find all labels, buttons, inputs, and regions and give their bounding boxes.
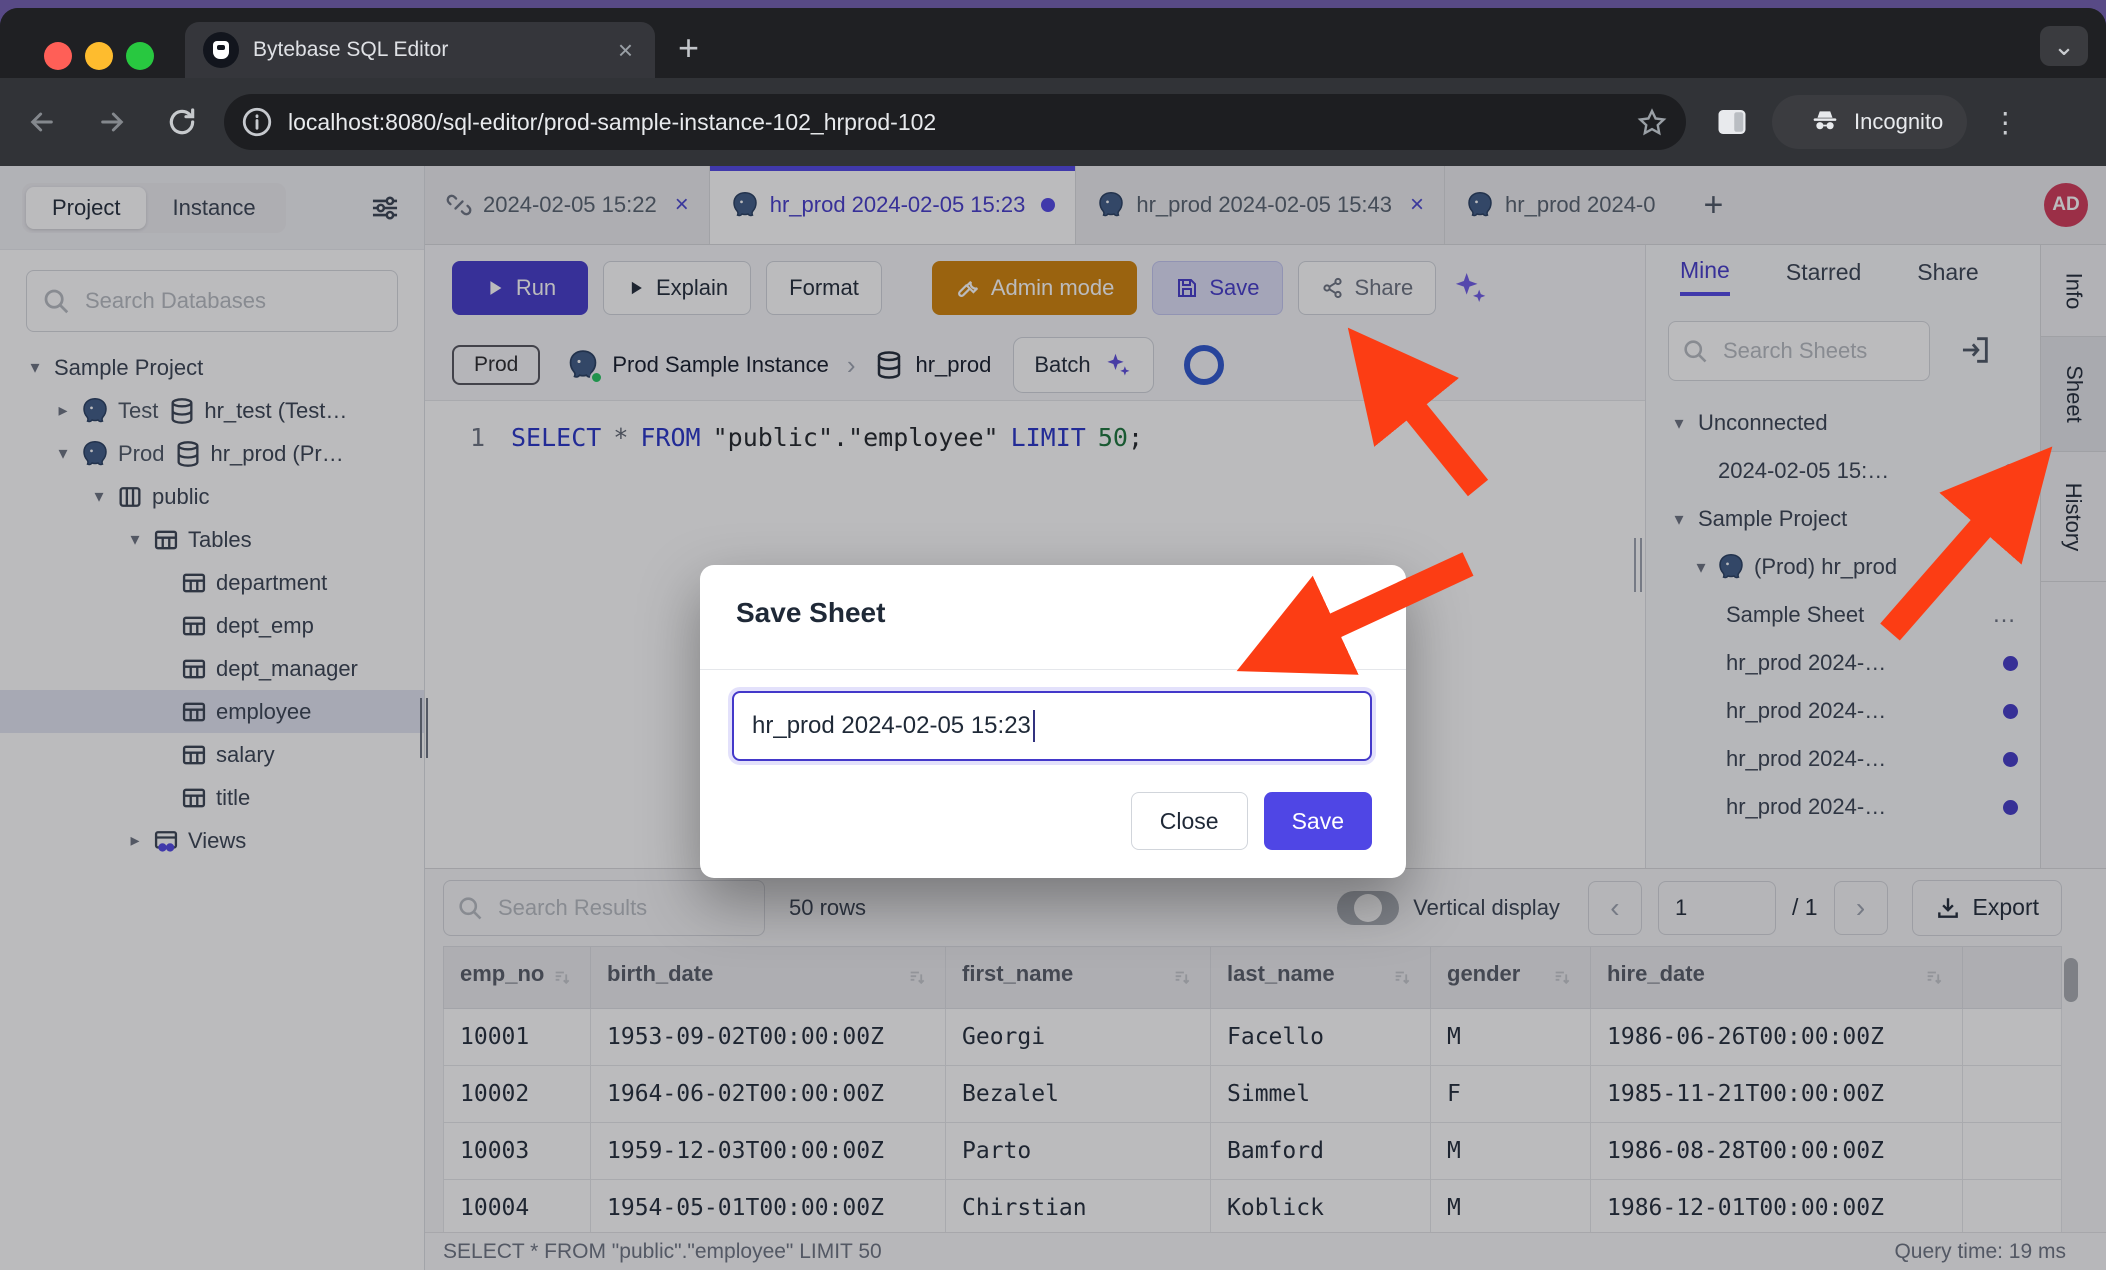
incognito-icon [1808, 105, 1842, 139]
sheet-name-input[interactable]: hr_prod 2024-02-05 15:23 [732, 691, 1372, 761]
save-sheet-dialog: Save Sheet × hr_prod 2024-02-05 15:23 Cl… [700, 565, 1406, 878]
browser-tab[interactable]: Bytebase SQL Editor × [185, 22, 655, 78]
bytebase-app: Project Instance ▾ Sample Project [0, 166, 2106, 1270]
screen: Bytebase SQL Editor × + ⌄ localhost:8080… [0, 0, 2106, 1270]
incognito-badge: Incognito [1772, 95, 1967, 149]
browser-tab-title: Bytebase SQL Editor [253, 38, 614, 62]
reload-icon[interactable] [166, 106, 198, 138]
browser-menu-icon[interactable]: ⋮ [1991, 106, 2019, 139]
dialog-close-icon[interactable]: × [1358, 593, 1376, 627]
dialog-divider [700, 669, 1406, 670]
dialog-close-button[interactable]: Close [1131, 792, 1248, 850]
new-browser-tab-button[interactable]: + [678, 30, 699, 66]
browser-toolbar: localhost:8080/sql-editor/prod-sample-in… [0, 78, 2106, 166]
side-panel-icon[interactable] [1714, 104, 1750, 140]
bytebase-favicon [203, 32, 239, 68]
dialog-title: Save Sheet [736, 597, 885, 629]
tab-search-chevron-button[interactable]: ⌄ [2040, 26, 2088, 66]
window-minimize-button[interactable] [85, 42, 113, 70]
window-zoom-button[interactable] [126, 42, 154, 70]
sheet-name-value: hr_prod 2024-02-05 15:23 [752, 712, 1031, 740]
site-info-icon[interactable] [240, 105, 274, 139]
bookmark-star-icon[interactable] [1636, 107, 1668, 139]
window-close-button[interactable] [44, 42, 72, 70]
forward-icon[interactable] [96, 106, 128, 138]
address-bar[interactable]: localhost:8080/sql-editor/prod-sample-in… [224, 94, 1686, 150]
back-icon[interactable] [26, 106, 58, 138]
url-text: localhost:8080/sql-editor/prod-sample-in… [288, 109, 936, 136]
dialog-save-button[interactable]: Save [1264, 792, 1372, 850]
text-cursor [1033, 710, 1035, 742]
browser-tab-close-icon[interactable]: × [614, 37, 637, 63]
browser-window: Bytebase SQL Editor × + ⌄ localhost:8080… [0, 8, 2106, 1270]
browser-tabstrip: Bytebase SQL Editor × + ⌄ [0, 8, 2106, 78]
incognito-label: Incognito [1854, 109, 1943, 135]
